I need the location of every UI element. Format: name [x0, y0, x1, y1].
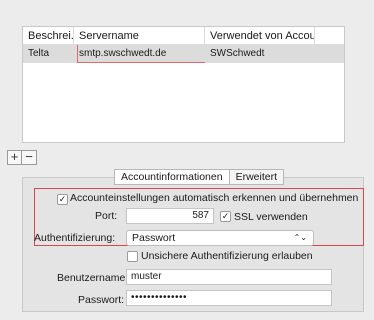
- username-label: Benutzername:: [57, 272, 129, 284]
- add-server-button[interactable]: +: [7, 150, 22, 165]
- auth-select[interactable]: Passwort ⌃⌄: [126, 230, 314, 246]
- password-label: Passwort:: [78, 294, 125, 306]
- cell-description: Telta: [28, 48, 50, 59]
- column-header-account[interactable]: Verwendet von Account: [205, 27, 315, 45]
- tab-advanced[interactable]: Erweitert: [229, 169, 284, 185]
- port-label: Port:: [95, 210, 118, 222]
- auth-selected-value: Passwort: [132, 232, 176, 244]
- ssl-checkbox[interactable]: ✓: [220, 211, 231, 222]
- table-row[interactable]: Telta smtp.swschwedt.de SWSchwedt: [23, 45, 344, 63]
- password-field[interactable]: ••••••••••••••: [126, 290, 332, 306]
- column-header-description[interactable]: Beschrei...: [23, 27, 74, 45]
- column-header-servername[interactable]: Servername: [74, 27, 205, 45]
- username-field[interactable]: muster: [126, 269, 332, 285]
- tab-bar: Accountinformationen Erweitert: [114, 169, 284, 185]
- tab-account-info[interactable]: Accountinformationen: [114, 169, 230, 185]
- insecure-auth-label: Unsichere Authentifizierung erlauben: [141, 250, 313, 262]
- cell-servername: smtp.swschwedt.de: [74, 45, 205, 63]
- list-add-remove: + −: [7, 150, 37, 165]
- column-header-empty: [315, 27, 344, 45]
- insecure-auth-checkbox[interactable]: [127, 251, 138, 262]
- smtp-server-table: Beschrei... Servername Verwendet von Acc…: [22, 26, 345, 143]
- checkmark-icon: ✓: [221, 211, 230, 221]
- table-header: Beschrei... Servername Verwendet von Acc…: [23, 27, 344, 45]
- checkmark-icon: ✓: [58, 194, 67, 204]
- cell-account: SWSchwedt: [210, 48, 265, 59]
- servername-highlight: [77, 45, 205, 63]
- port-field[interactable]: 587: [126, 208, 214, 224]
- auto-detect-label: Accounteinstellungen automatisch erkenne…: [70, 192, 359, 204]
- select-arrows-icon: ⌃⌄: [293, 233, 307, 242]
- ssl-label: SSL verwenden: [234, 211, 308, 223]
- auth-label: Authentifizierung:: [34, 232, 116, 244]
- auto-detect-checkbox[interactable]: ✓: [57, 194, 68, 205]
- remove-server-button[interactable]: −: [22, 150, 37, 165]
